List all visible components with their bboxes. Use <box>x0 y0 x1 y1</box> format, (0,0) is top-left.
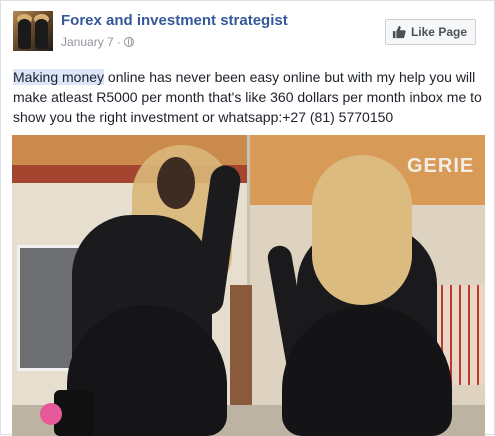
thumbs-up-icon <box>392 25 406 39</box>
photo-sign-text: GERIE <box>407 155 475 177</box>
post-text: Making money online has never been easy … <box>13 67 483 127</box>
page-avatar[interactable] <box>13 11 53 51</box>
post-date[interactable]: January 7 <box>61 35 114 49</box>
post-meta: January 7 · <box>61 35 134 49</box>
meta-separator: · <box>116 35 121 49</box>
post-photo[interactable]: GERIE <box>12 135 485 436</box>
photo-pink-charm <box>40 403 62 425</box>
post-header: Forex and investment strategist January … <box>13 11 482 59</box>
globe-icon[interactable] <box>123 37 134 47</box>
like-page-button[interactable]: Like Page <box>384 19 476 45</box>
post-text-highlight: Making money <box>13 69 105 85</box>
photo-woman-left-face <box>157 157 195 209</box>
page-name-link[interactable]: Forex and investment strategist <box>61 12 288 29</box>
like-page-label: Like Page <box>410 25 467 39</box>
photo-woman-right-hair <box>312 155 412 305</box>
facebook-post: Forex and investment strategist January … <box>0 0 495 436</box>
